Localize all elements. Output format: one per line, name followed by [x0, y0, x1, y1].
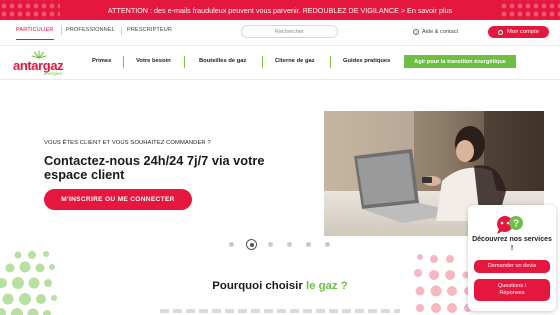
- top-bar: PARTICULIER PROFESSIONNEL PRESCRIPTEUR R…: [0, 20, 560, 46]
- carousel-dot[interactable]: [268, 242, 273, 247]
- cta-label: M'INSCRIRE OU ME CONNECTER: [61, 196, 175, 203]
- account-label: Mon compte: [507, 29, 539, 35]
- user-icon: [498, 29, 504, 35]
- nav-divider: [123, 56, 124, 68]
- nav-item-bouteilles[interactable]: Bouteilles de gaz: [199, 58, 246, 64]
- segment-divider: [121, 26, 122, 35]
- signup-login-button[interactable]: M'INSCRIRE OU ME CONNECTER: [44, 189, 192, 210]
- hero-title: Contactez-nous 24h/24 7j/7 via votre esp…: [44, 153, 265, 182]
- carousel-dot[interactable]: [287, 242, 292, 247]
- help-label: Aide & contact: [422, 29, 459, 35]
- nav-item-citerne[interactable]: Citerne de gaz: [275, 58, 315, 64]
- main-navigation: antargaz énergies Primes Votre besoin Bo…: [0, 47, 560, 77]
- alert-dots-decoration: [500, 0, 560, 20]
- nav-divider: [330, 56, 331, 68]
- segment-tab-prescripteur[interactable]: PRESCRIPTEUR: [127, 27, 172, 33]
- nav-item-transition-energetique[interactable]: Agir pour la transition énergétique: [404, 55, 516, 68]
- section-title-prefix: Pourquoi choisir: [212, 280, 306, 292]
- section-title-highlight: le gaz ?: [305, 280, 348, 292]
- hero-eyebrow: VOUS ÊTES CLIENT ET VOUS SOUHAITEZ COMMA…: [44, 140, 211, 146]
- search-input[interactable]: Rechercher: [241, 25, 338, 38]
- segment-tab-particulier[interactable]: PARTICULIER: [16, 27, 54, 40]
- carousel-dot[interactable]: [229, 242, 234, 247]
- svg-text:?: ?: [513, 219, 519, 230]
- nav-item-votre-besoin[interactable]: Votre besoin: [136, 58, 171, 64]
- carousel-dot[interactable]: [325, 242, 330, 247]
- nav-item-guides[interactable]: Guides pratiques: [343, 58, 390, 64]
- nav-divider: [184, 56, 185, 68]
- segment-tab-professionnel[interactable]: PROFESSIONNEL: [66, 27, 115, 33]
- antargaz-logo[interactable]: antargaz énergies: [13, 50, 73, 76]
- faq-label: Questions / Réponses: [497, 283, 527, 296]
- help-contact-link[interactable]: ? Aide & contact: [413, 29, 458, 35]
- carousel-dot[interactable]: [306, 242, 311, 247]
- faq-button[interactable]: Questions / Réponses: [474, 279, 550, 301]
- request-quote-label: Demander un devis: [487, 263, 537, 269]
- help-icon: ?: [413, 29, 419, 35]
- alert-text[interactable]: ATTENTION : des e-mails frauduleux peuve…: [108, 6, 452, 15]
- cut-off-text-line: [160, 309, 400, 313]
- search-placeholder: Rechercher: [275, 28, 304, 35]
- services-widget: ? Découvrez nos services ! Demander un d…: [468, 205, 556, 311]
- header-divider: [0, 79, 560, 80]
- nav-item-primes[interactable]: Primes: [92, 58, 111, 64]
- alert-banner[interactable]: ATTENTION : des e-mails frauduleux peuve…: [0, 0, 560, 20]
- widget-title: Découvrez nos services !: [472, 236, 552, 252]
- logo-subtitle: énergies: [44, 71, 62, 76]
- segment-divider: [61, 26, 62, 35]
- nav-highlight-label: Agir pour la transition énergétique: [414, 58, 506, 65]
- account-button[interactable]: Mon compte: [488, 26, 549, 38]
- alert-dots-decoration: [0, 0, 60, 20]
- request-quote-button[interactable]: Demander un devis: [474, 260, 550, 273]
- carousel-dot-active[interactable]: [246, 239, 257, 250]
- nav-divider: [262, 56, 263, 68]
